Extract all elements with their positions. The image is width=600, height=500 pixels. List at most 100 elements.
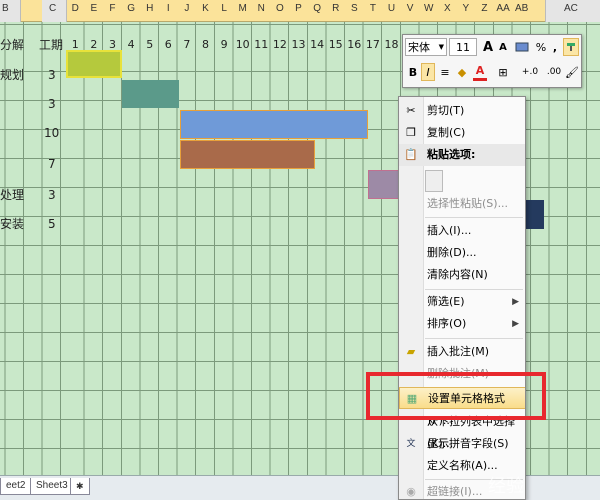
menu-item-label: 显示拼音字段(S) — [427, 437, 509, 450]
column-letter[interactable]: G — [122, 3, 141, 14]
column-letter[interactable]: S — [345, 3, 364, 14]
task-duration: 3 — [48, 188, 56, 202]
day-number: 16 — [347, 38, 362, 51]
column-letter[interactable]: Q — [308, 3, 327, 14]
menu-item-filter[interactable]: 筛选(E) ▶ — [399, 291, 525, 313]
column-letter[interactable]: D — [66, 3, 85, 14]
gantt-bar-5[interactable] — [368, 170, 400, 199]
column-letter[interactable]: T — [364, 3, 383, 14]
font-name-select[interactable]: 宋体 ▼ — [405, 38, 447, 56]
gantt-bar-1[interactable] — [66, 50, 122, 78]
eraser-icon[interactable]: 🖌 — [565, 63, 579, 81]
task-name: 安装 — [0, 217, 25, 231]
bold-button[interactable]: B — [406, 63, 420, 81]
task-duration: 10 — [44, 126, 60, 140]
day-number: 15 — [328, 38, 343, 51]
context-menu: ✂ 剪切(T) ❐ 复制(C) 📋 粘贴选项: 选择性粘贴(S)... 插入(I)..… — [398, 96, 526, 500]
sheet-tab[interactable]: eet2 — [0, 478, 32, 495]
menu-item-insert-comment[interactable]: ▰ 插入批注(M) — [399, 341, 525, 363]
column-letter[interactable]: O — [271, 3, 290, 14]
align-center-icon[interactable]: ≡ — [438, 63, 452, 81]
column-letter[interactable]: I — [159, 3, 178, 14]
day-number: 9 — [220, 38, 228, 51]
borders-icon[interactable]: ⊞ — [495, 63, 511, 81]
sheet-tab[interactable]: Sheet3 — [30, 478, 74, 495]
comma-button[interactable]: , — [550, 38, 560, 56]
menu-item-phonetic[interactable]: 文 显示拼音字段(S) — [399, 433, 525, 455]
mini-toolbar: 宋体 ▼ 11 A A % , B I ≡ ◆ A ⊞ +.0 .00 🖌 — [402, 34, 582, 88]
gantt-bar-6[interactable] — [526, 200, 544, 229]
column-letter[interactable]: W — [419, 3, 438, 14]
column-letter[interactable]: R — [326, 3, 345, 14]
menu-item-insert[interactable]: 插入(I)... — [399, 220, 525, 242]
column-letter[interactable]: N — [252, 3, 271, 14]
column-letter[interactable]: V — [401, 3, 420, 14]
fill-color-icon[interactable]: ◆ — [454, 63, 470, 81]
chevron-down-icon: ▼ — [438, 43, 444, 51]
day-number: 5 — [146, 38, 154, 51]
gantt-bar-2[interactable] — [122, 80, 179, 108]
column-header-ac[interactable]: AC — [545, 0, 600, 22]
column-label: C — [49, 3, 57, 14]
task-header-fragment: 分解 — [0, 38, 25, 52]
menu-item-label: 插入批注(M) — [427, 345, 490, 358]
day-number: 13 — [291, 38, 306, 51]
percent-button[interactable]: % — [534, 38, 548, 56]
menu-item-copy[interactable]: ❐ 复制(C) — [399, 122, 525, 144]
menu-item-label: 插入(I)... — [427, 224, 472, 237]
day-number: 8 — [201, 38, 209, 51]
column-label: AC — [564, 3, 578, 14]
font-color-button[interactable]: A — [473, 63, 487, 81]
menu-item-label: 剪切(T) — [427, 104, 465, 117]
column-letter[interactable]: F — [103, 3, 122, 14]
menu-item-sort[interactable]: 排序(O) ▶ — [399, 313, 525, 335]
day-number: 7 — [183, 38, 191, 51]
day-number: 10 — [235, 38, 250, 51]
copy-icon: ❐ — [406, 126, 416, 139]
column-letter[interactable]: X — [438, 3, 457, 14]
column-letter[interactable]: M — [233, 3, 252, 14]
grow-font-button[interactable]: A — [481, 38, 495, 56]
column-letter[interactable]: AA — [494, 3, 513, 14]
column-letter[interactable]: Z — [475, 3, 494, 14]
menu-item-label: 排序(O) — [427, 317, 467, 330]
day-number: 12 — [272, 38, 287, 51]
menu-item-paste-special[interactable]: 选择性粘贴(S)... — [399, 193, 525, 215]
menu-item-clear-contents[interactable]: 清除内容(N) — [399, 264, 525, 286]
paste-icon — [425, 170, 443, 192]
submenu-arrow-icon: ▶ — [512, 319, 519, 329]
column-letter[interactable]: K — [196, 3, 215, 14]
column-letter[interactable]: J — [178, 3, 197, 14]
font-size-select[interactable]: 11 — [449, 38, 477, 56]
shrink-font-button[interactable]: A — [496, 38, 510, 56]
menu-item-cut[interactable]: ✂ 剪切(T) — [399, 100, 525, 122]
column-letter[interactable]: AB — [512, 3, 531, 14]
clipboard-icon: 📋 — [404, 148, 418, 161]
comment-icon: ▰ — [406, 345, 416, 358]
menu-item-delete[interactable]: 删除(D)... — [399, 242, 525, 264]
increase-decimal-button[interactable]: +.0 — [519, 63, 541, 81]
column-header-c[interactable]: C — [42, 0, 67, 22]
day-number: 14 — [310, 38, 325, 51]
gantt-bar-3[interactable] — [180, 110, 368, 139]
format-painter-icon[interactable] — [563, 38, 579, 56]
column-header-row: B C D E F G H I J K L M N O P Q R S T U V W X Y Z AA AB AC — [0, 0, 600, 22]
column-letter[interactable]: L — [215, 3, 234, 14]
menu-item-label: 筛选(E) — [427, 295, 465, 308]
column-header-b[interactable]: B — [0, 0, 21, 22]
column-letter[interactable]: E — [85, 3, 104, 14]
menu-section-label: 粘贴选项: — [427, 148, 476, 161]
paste-options-header: 📋 粘贴选项: — [399, 144, 525, 166]
menu-separator — [425, 217, 523, 218]
column-letter[interactable]: U — [382, 3, 401, 14]
gantt-bar-4[interactable] — [180, 140, 315, 169]
italic-button[interactable]: I — [421, 63, 435, 81]
red-highlight-box — [366, 372, 546, 420]
column-letter[interactable]: P — [289, 3, 308, 14]
column-letter[interactable]: H — [140, 3, 159, 14]
new-sheet-icon[interactable]: ✱ — [70, 478, 90, 495]
column-letter[interactable]: Y — [457, 3, 476, 14]
accounting-format-icon[interactable] — [512, 38, 532, 56]
day-number: 18 — [384, 38, 399, 51]
decrease-decimal-button[interactable]: .00 — [543, 63, 565, 81]
